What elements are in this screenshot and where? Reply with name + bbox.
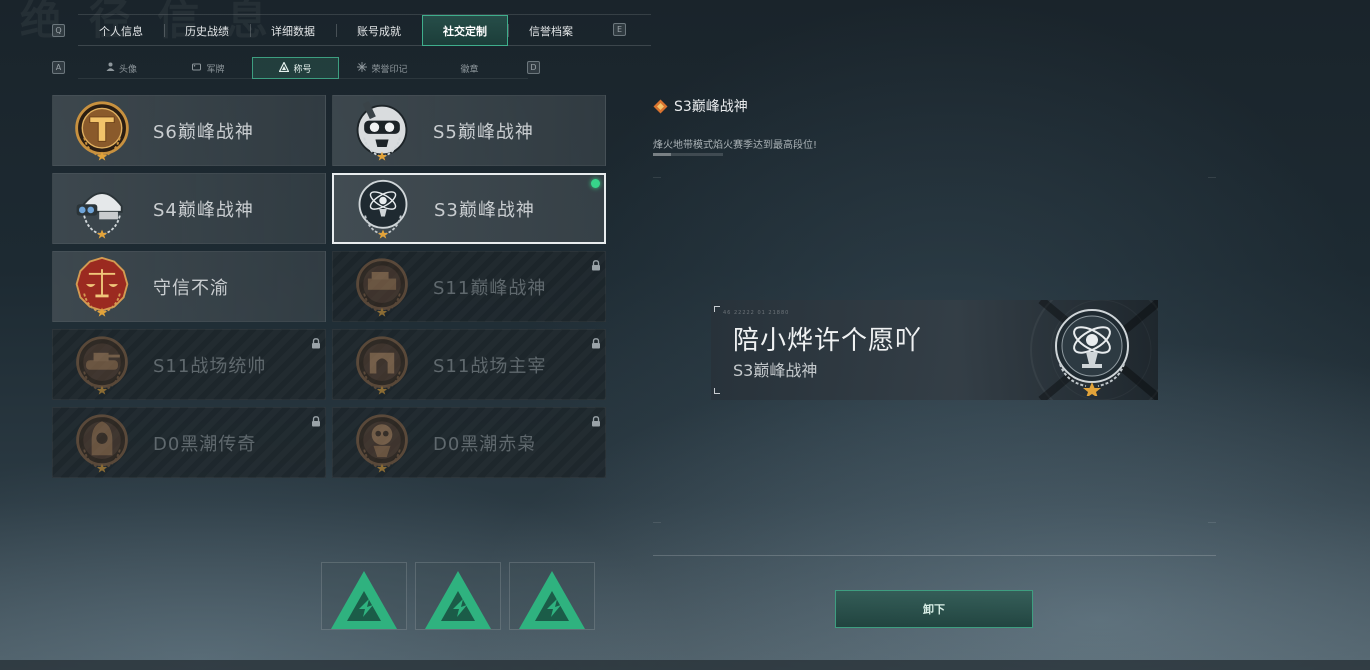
frame-corner <box>653 522 661 523</box>
subtab-5[interactable]: 徽章 <box>426 57 513 79</box>
dogtag-icon <box>192 62 202 74</box>
skull-diver-helmet-badge-icon <box>351 100 413 162</box>
title-card[interactable]: S11巅峰战神 <box>332 251 606 322</box>
sub-tab-bar: A 头像 军牌 称号 荣誉印记 徽章 D <box>52 57 542 79</box>
player-name: 陪小烨许个愿吖 <box>733 326 923 356</box>
equipped-indicator <box>591 179 600 188</box>
title-card-name: S5巅峰战神 <box>433 121 534 143</box>
subtab-label: 荣誉印记 <box>371 64 408 75</box>
title-card-name: S3巅峰战神 <box>434 199 535 221</box>
empty-slot-triangle-icon <box>519 571 585 629</box>
title-card[interactable]: 守信不渝 <box>52 251 326 322</box>
plate-bracket <box>714 388 720 394</box>
selected-title-name: S3巅峰战神 <box>674 99 748 115</box>
selected-title-description: 烽火地带模式焰火赛季达到最高段位! <box>653 140 818 151</box>
lock-icon <box>591 334 601 349</box>
subtab-2[interactable]: 军牌 <box>165 57 252 79</box>
sub-tabs: 头像 军牌 称号 荣誉印记 徽章 <box>78 57 528 79</box>
title-card-name: 守信不渝 <box>153 277 229 299</box>
title-card-name: S6巅峰战神 <box>153 121 254 143</box>
justice-scales-badge-icon <box>71 256 133 318</box>
subtab-label: 军牌 <box>206 64 225 75</box>
tab-1[interactable]: 个人信息 <box>78 15 164 46</box>
next-tab-key-hint[interactable]: E <box>613 23 626 36</box>
title-card[interactable]: D0黑潮传奇 <box>52 407 326 478</box>
main-tabs: 个人信息 历史战绩 详细数据 账号成就 社交定制 信誉档案 <box>78 14 651 46</box>
tab-2[interactable]: 历史战绩 <box>164 15 250 46</box>
person-icon <box>106 62 115 74</box>
bronze-hooded-figure-badge-icon <box>71 412 133 474</box>
armillary-sphere-badge-icon <box>1055 309 1129 396</box>
empty-slot-triangle-icon <box>331 571 397 629</box>
title-card-name: S11战场统帅 <box>153 355 267 377</box>
tab-4[interactable]: 账号成就 <box>336 15 422 46</box>
lock-icon <box>311 412 321 427</box>
main-tab-bar: Q 个人信息 历史战绩 详细数据 账号成就 社交定制 信誉档案 E <box>52 14 651 46</box>
title-card[interactable]: S11战场统帅 <box>52 329 326 400</box>
unequip-button[interactable]: 卸下 <box>835 590 1033 628</box>
title-card[interactable]: S5巅峰战神 <box>332 95 606 166</box>
selected-title-header: S3巅峰战神 <box>653 96 748 116</box>
honor-mark-icon <box>357 61 368 75</box>
subtab-4[interactable]: 荣誉印记 <box>339 57 426 79</box>
lock-icon <box>311 334 321 349</box>
title-slot[interactable] <box>415 562 501 630</box>
subtab-label: 称号 <box>293 64 312 75</box>
title-card[interactable]: D0黑潮赤枭 <box>332 407 606 478</box>
equipped-title-slots <box>321 562 595 630</box>
bronze-arch-badge-icon <box>351 334 413 396</box>
title-card[interactable]: S4巅峰战神 <box>52 173 326 244</box>
armillary-sphere-badge-icon <box>352 178 414 240</box>
detail-bottom-divider <box>653 555 1216 556</box>
tab-5[interactable]: 社交定制 <box>422 15 508 46</box>
bottom-strip <box>0 660 1370 670</box>
lock-icon <box>591 412 601 427</box>
player-title: S3巅峰战神 <box>733 361 818 380</box>
frame-corner <box>1208 522 1216 523</box>
diamond-icon <box>653 99 668 113</box>
bronze-skull-figure-badge-icon <box>351 412 413 474</box>
prev-subtab-key-hint[interactable]: A <box>52 61 65 74</box>
description-divider <box>653 153 723 156</box>
subtab-label: 头像 <box>118 64 137 75</box>
frame-corner <box>653 177 661 178</box>
title-icon <box>279 60 290 75</box>
title-grid: S6巅峰战神 S5巅峰战神 S4巅峰战神 S3巅峰战神 守信不渝 S11巅峰战神… <box>52 95 607 478</box>
nightvision-helmet-badge-icon <box>71 178 133 240</box>
subtab-label: 徽章 <box>460 64 479 75</box>
tab-3[interactable]: 详细数据 <box>250 15 336 46</box>
title-card[interactable]: S3巅峰战神 <box>332 173 606 244</box>
frame-corner <box>1208 177 1216 178</box>
title-card[interactable]: S6巅峰战神 <box>52 95 326 166</box>
empty-slot-triangle-icon <box>425 571 491 629</box>
lock-icon <box>591 256 601 271</box>
next-subtab-key-hint[interactable]: D <box>527 61 540 74</box>
title-card-name: D0黑潮传奇 <box>153 433 257 455</box>
prev-tab-key-hint[interactable]: Q <box>52 23 65 37</box>
title-card-name: S11巅峰战神 <box>433 277 547 299</box>
title-card-name: S4巅峰战神 <box>153 199 254 221</box>
subtab-3[interactable]: 称号 <box>252 57 339 79</box>
title-slot[interactable] <box>509 562 595 630</box>
tab-6[interactable]: 信誉档案 <box>508 15 594 46</box>
title-card-name: S11战场主宰 <box>433 355 547 377</box>
nameplate-preview: 46 22222 01 21880 陪小烨许个愿吖 S3巅峰战神 <box>711 300 1158 400</box>
bronze-vehicle-badge-icon <box>351 256 413 318</box>
title-slot[interactable] <box>321 562 407 630</box>
title-card-name: D0黑潮赤枭 <box>433 433 537 455</box>
bronze-tank-badge-icon <box>71 334 133 396</box>
subtab-1[interactable]: 头像 <box>78 57 165 79</box>
title-card[interactable]: S11战场主宰 <box>332 329 606 400</box>
gold-t-emblem-badge-icon <box>71 100 133 162</box>
plate-bracket <box>714 306 720 312</box>
plate-code: 46 22222 01 21880 <box>723 310 790 316</box>
